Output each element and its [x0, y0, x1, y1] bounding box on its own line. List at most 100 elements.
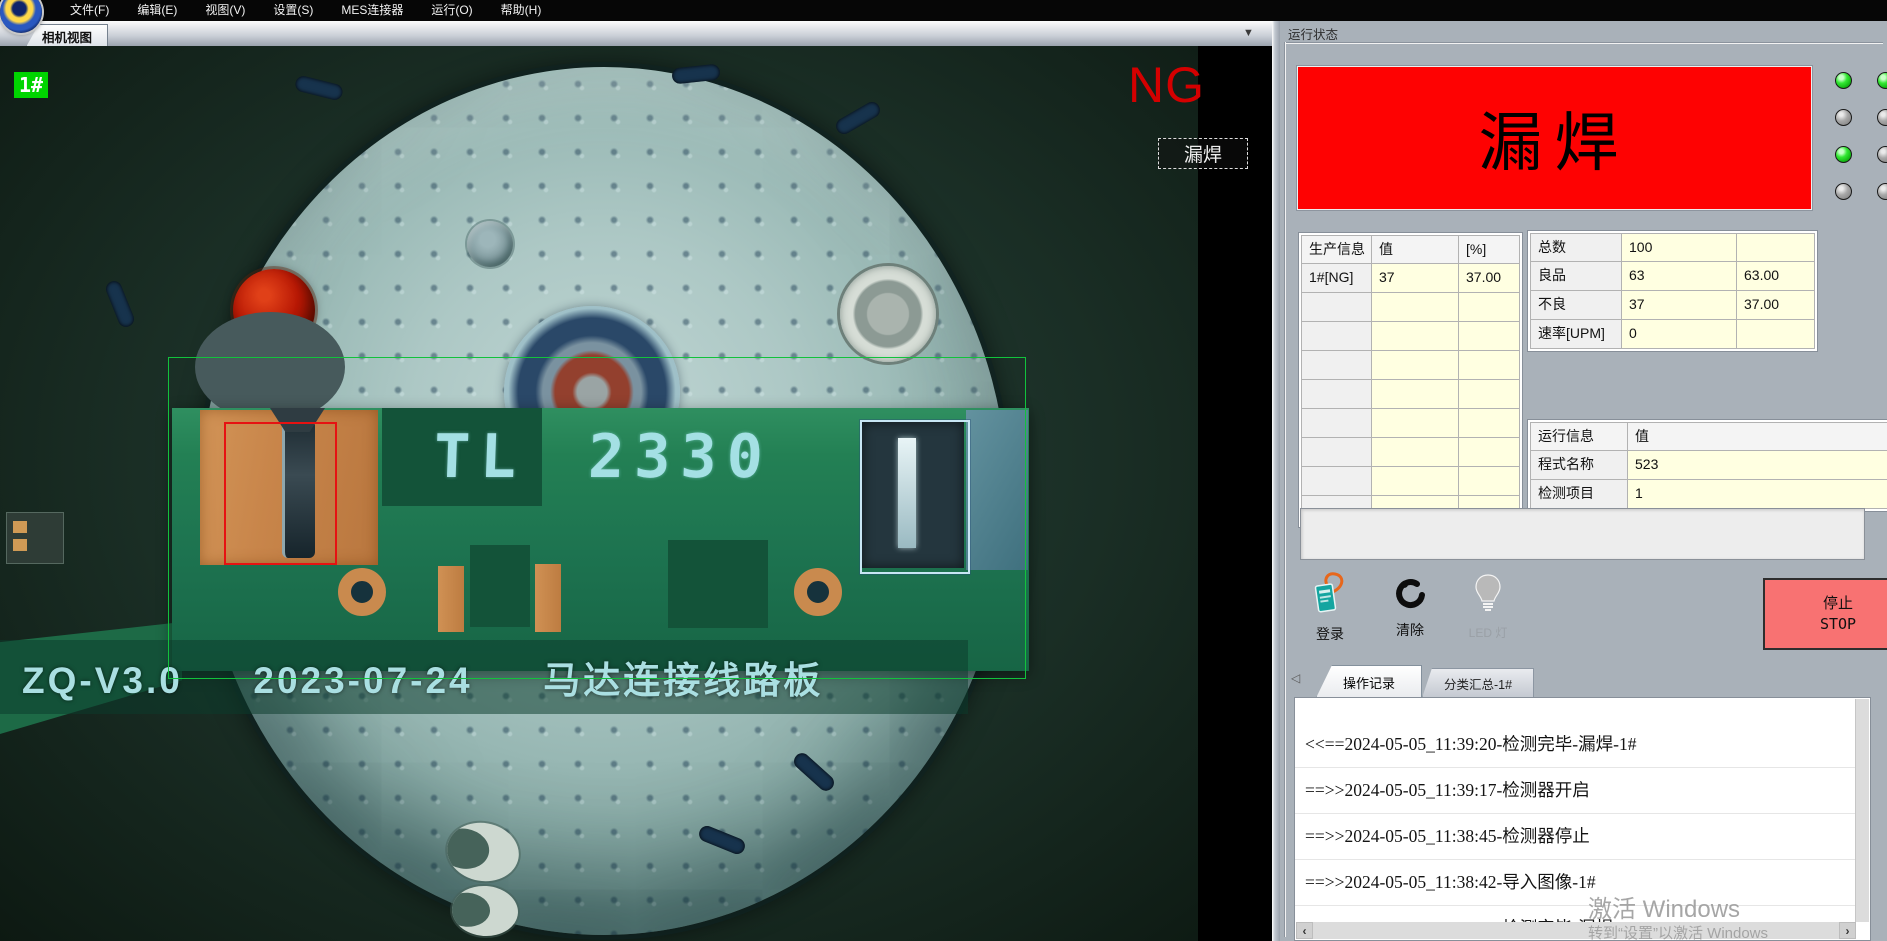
menu-items: 文件(F)编辑(E)视图(V)设置(S)MES连接器运行(O)帮助(H): [56, 0, 555, 21]
prod-header: 值: [1372, 235, 1459, 264]
tab-camera-view[interactable]: 相机视图: [26, 24, 108, 47]
prod-cell[interactable]: [1459, 409, 1520, 438]
stats-cell[interactable]: 0: [1622, 320, 1737, 349]
menu-item[interactable]: 文件(F): [56, 0, 123, 21]
windows-activation-watermark-sub: 转到“设置”以激活 Windows: [1588, 922, 1768, 941]
prod-cell[interactable]: [1301, 322, 1372, 351]
stats-row[interactable]: 良品6363.00: [1530, 262, 1815, 291]
menu-item[interactable]: 帮助(H): [487, 0, 556, 21]
tab-scroll-left-icon[interactable]: ◁: [1291, 671, 1300, 685]
stats-cell[interactable]: 良品: [1530, 262, 1622, 291]
prod-cell[interactable]: 37: [1372, 264, 1459, 293]
log-entry[interactable]: ==>>2024-05-05_11:39:17-检测器开启: [1295, 768, 1856, 814]
log-rows: <<==2024-05-05_11:39:20-检测完毕-漏焊-1#==>>20…: [1295, 722, 1856, 941]
edge-connector: [6, 512, 64, 564]
menu-item[interactable]: MES连接器: [327, 0, 417, 21]
washer-circle: [840, 266, 936, 362]
prod-cell[interactable]: 1#[NG]: [1301, 264, 1372, 293]
menu-item[interactable]: 设置(S): [259, 0, 327, 21]
prod-cell[interactable]: [1372, 293, 1459, 322]
scroll-left-icon[interactable]: ‹: [1296, 922, 1313, 939]
stats-row[interactable]: 速率[UPM]0: [1530, 320, 1815, 349]
roi-pass-rect[interactable]: [860, 420, 970, 574]
tab-category-summary[interactable]: 分类汇总-1#: [1422, 668, 1534, 698]
log-entry[interactable]: ==>>2024-05-05_11:38:45-检测器停止: [1295, 814, 1856, 860]
prod-cell[interactable]: [1372, 351, 1459, 380]
scroll-right-icon[interactable]: ›: [1839, 922, 1856, 939]
prod-cell[interactable]: [1372, 438, 1459, 467]
groupbox-line: [1284, 42, 1883, 44]
clear-button[interactable]: 清除: [1380, 578, 1440, 640]
run-cell[interactable]: 523: [1628, 451, 1887, 480]
stats-cell[interactable]: 总数: [1530, 233, 1622, 262]
clear-icon: [1391, 578, 1429, 617]
log-entry[interactable]: ==>>2024-05-05_11:38:42-导入图像-1#: [1295, 860, 1856, 906]
prod-row[interactable]: [1301, 438, 1520, 467]
prod-cell[interactable]: [1459, 380, 1520, 409]
stats-cell[interactable]: 速率[UPM]: [1530, 320, 1622, 349]
prod-cell[interactable]: [1301, 293, 1372, 322]
prod-row[interactable]: [1301, 322, 1520, 351]
run-row[interactable]: 检测项目1: [1530, 480, 1887, 509]
stats-cell[interactable]: 37.00: [1737, 291, 1815, 320]
stats-cell[interactable]: 37: [1622, 291, 1737, 320]
prod-cell[interactable]: [1459, 467, 1520, 496]
panel-splitter[interactable]: [1272, 21, 1280, 941]
log-vertical-scrollbar[interactable]: [1855, 699, 1869, 922]
stats-row[interactable]: 总数100: [1530, 233, 1815, 262]
prod-cell[interactable]: [1459, 322, 1520, 351]
prod-cell[interactable]: [1301, 351, 1372, 380]
prod-cell[interactable]: [1301, 438, 1372, 467]
groupbox-line: [1284, 42, 1286, 937]
run-header: 值: [1628, 422, 1887, 451]
prod-cell[interactable]: [1301, 467, 1372, 496]
run-row[interactable]: 程式名称523: [1530, 451, 1887, 480]
run-cell[interactable]: 检测项目: [1530, 480, 1628, 509]
prod-cell[interactable]: [1459, 438, 1520, 467]
menu-item[interactable]: 视图(V): [191, 0, 259, 21]
log-horizontal-scrollbar[interactable]: ‹ ›: [1296, 922, 1856, 939]
menu-item[interactable]: 编辑(E): [123, 0, 191, 21]
login-button[interactable]: 登录: [1300, 572, 1360, 644]
prod-cell[interactable]: 37.00: [1459, 264, 1520, 293]
prod-header: 生产信息: [1301, 235, 1372, 264]
prod-row[interactable]: [1301, 467, 1520, 496]
stop-label-en: STOP: [1820, 614, 1856, 634]
stats-cell[interactable]: 不良: [1530, 291, 1622, 320]
stats-cell[interactable]: [1737, 320, 1815, 349]
log-entry[interactable]: <<==2024-05-05_11:39:20-检测完毕-漏焊-1#: [1295, 722, 1856, 768]
stats-row[interactable]: 不良3737.00: [1530, 291, 1815, 320]
prod-cell[interactable]: [1372, 322, 1459, 351]
prod-cell[interactable]: [1459, 351, 1520, 380]
stats-cell[interactable]: 63: [1622, 262, 1737, 291]
stats-cell[interactable]: 63.00: [1737, 262, 1815, 291]
stats-cell[interactable]: [1737, 233, 1815, 262]
stats-cell[interactable]: 100: [1622, 233, 1737, 262]
prod-cell[interactable]: [1372, 409, 1459, 438]
prod-cell[interactable]: [1459, 293, 1520, 322]
prod-row[interactable]: [1301, 409, 1520, 438]
run-info-table: 运行信息值程式名称523检测项目1: [1527, 419, 1887, 512]
stop-button[interactable]: 停止 STOP: [1763, 578, 1887, 650]
menu-item[interactable]: 运行(O): [417, 0, 486, 21]
prod-row[interactable]: [1301, 351, 1520, 380]
prod-row[interactable]: [1301, 293, 1520, 322]
led-indicator: [1835, 146, 1852, 163]
prod-cell[interactable]: [1301, 380, 1372, 409]
rim-tab: [833, 99, 883, 137]
message-box[interactable]: [1300, 508, 1865, 560]
run-cell[interactable]: 1: [1628, 480, 1887, 509]
cap-dimple: [467, 221, 513, 267]
tab-operation-log[interactable]: 操作记录: [1316, 665, 1422, 698]
chevron-down-icon[interactable]: ▼: [1243, 27, 1254, 39]
prod-row[interactable]: [1301, 380, 1520, 409]
prod-cell[interactable]: [1372, 380, 1459, 409]
camera-image[interactable]: TL 2330 ZQ-V3.0 2023-07-24 马达连接线路板 1#: [0, 46, 1198, 941]
led-label: LED 灯: [1469, 624, 1508, 641]
prod-cell[interactable]: [1372, 467, 1459, 496]
prod-cell[interactable]: [1301, 409, 1372, 438]
led-light-button[interactable]: LED 灯: [1458, 574, 1518, 641]
prod-row[interactable]: 1#[NG]3737.00: [1301, 264, 1520, 293]
run-cell[interactable]: 程式名称: [1530, 451, 1628, 480]
roi-defect-rect[interactable]: [224, 422, 337, 565]
